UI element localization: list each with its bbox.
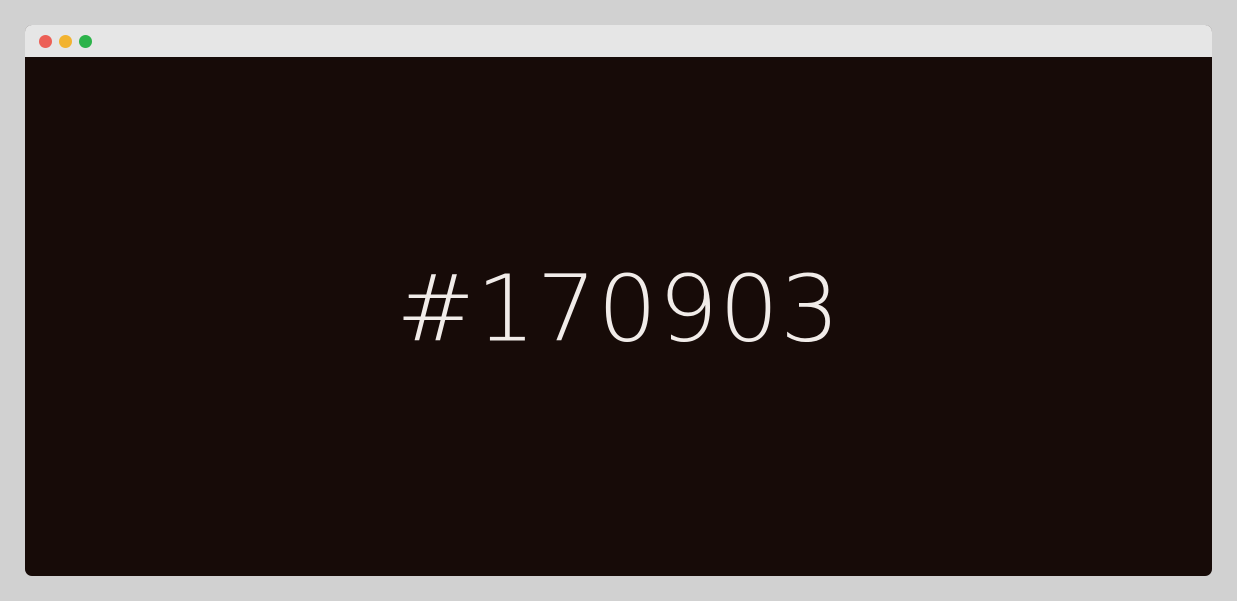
hex-color-label: #170903 [396,255,841,363]
close-window-button[interactable] [39,35,52,48]
window-titlebar [25,25,1212,57]
color-swatch-area: #170903 [25,57,1212,576]
zoom-window-button[interactable] [79,35,92,48]
browser-window: #170903 [25,25,1212,576]
minimize-window-button[interactable] [59,35,72,48]
